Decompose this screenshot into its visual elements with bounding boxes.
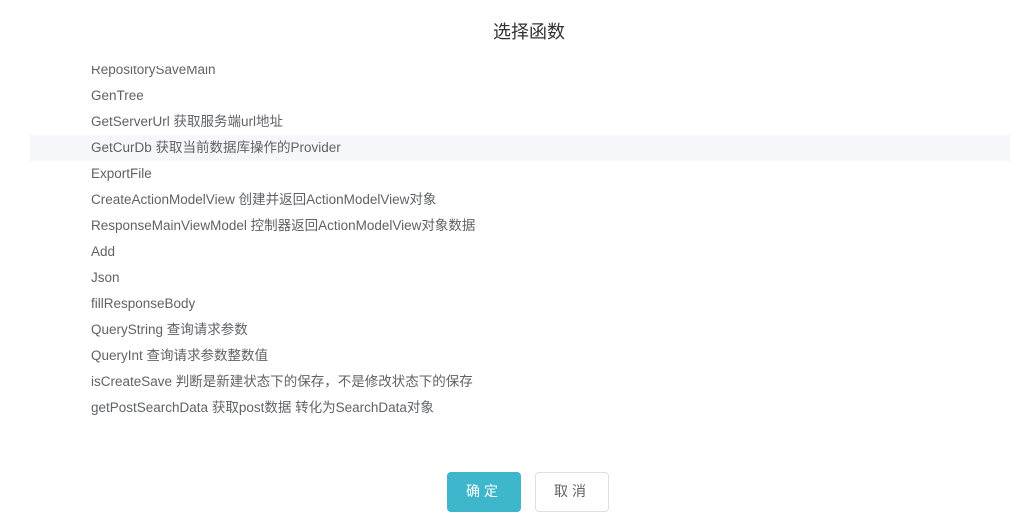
select-function-dialog: 选择函数 RepositorySaveMain GenTree GetServerU…	[0, 0, 1018, 515]
function-list-item[interactable]: GetServerUrl 获取服务端url地址	[30, 109, 1010, 135]
function-list-item[interactable]: Add	[30, 239, 1010, 265]
function-list-item[interactable]: fillResponseBody	[30, 291, 1010, 317]
dialog-title: 选择函数	[493, 22, 565, 43]
dialog-footer: 确定 取消	[0, 472, 1018, 512]
function-list: RepositorySaveMain GenTree GetServerUrl 获取…	[30, 66, 1010, 421]
function-list-item[interactable]: GenTree	[30, 83, 1010, 109]
function-list-item[interactable]: ResponseMainViewModel 控制器返回ActionModelVi…	[30, 213, 1010, 239]
function-list-item[interactable]: Json	[30, 265, 1010, 291]
function-list-item[interactable]: QueryString 查询请求参数	[30, 317, 1010, 343]
function-list-item[interactable]: getPostSearchData 获取post数据 转化为SearchData…	[30, 395, 1010, 421]
function-list-item[interactable]: ExportFile	[30, 161, 1010, 187]
function-list-viewport[interactable]: RepositorySaveMain GenTree GetServerUrl 获取…	[30, 66, 1010, 436]
function-list-item[interactable]: QueryInt 查询请求参数整数值	[30, 343, 1010, 369]
function-list-item[interactable]: CreateActionModelView 创建并返回ActionModelVi…	[30, 187, 1010, 213]
function-list-item[interactable]: RepositorySaveMain	[30, 66, 1010, 83]
confirm-button[interactable]: 确定	[447, 472, 521, 512]
function-list-item[interactable]: isCreateSave 判断是新建状态下的保存，不是修改状态下的保存	[30, 369, 1010, 395]
cancel-button[interactable]: 取消	[535, 472, 609, 512]
function-list-item[interactable]: GetCurDb 获取当前数据库操作的Provider	[30, 135, 1010, 161]
